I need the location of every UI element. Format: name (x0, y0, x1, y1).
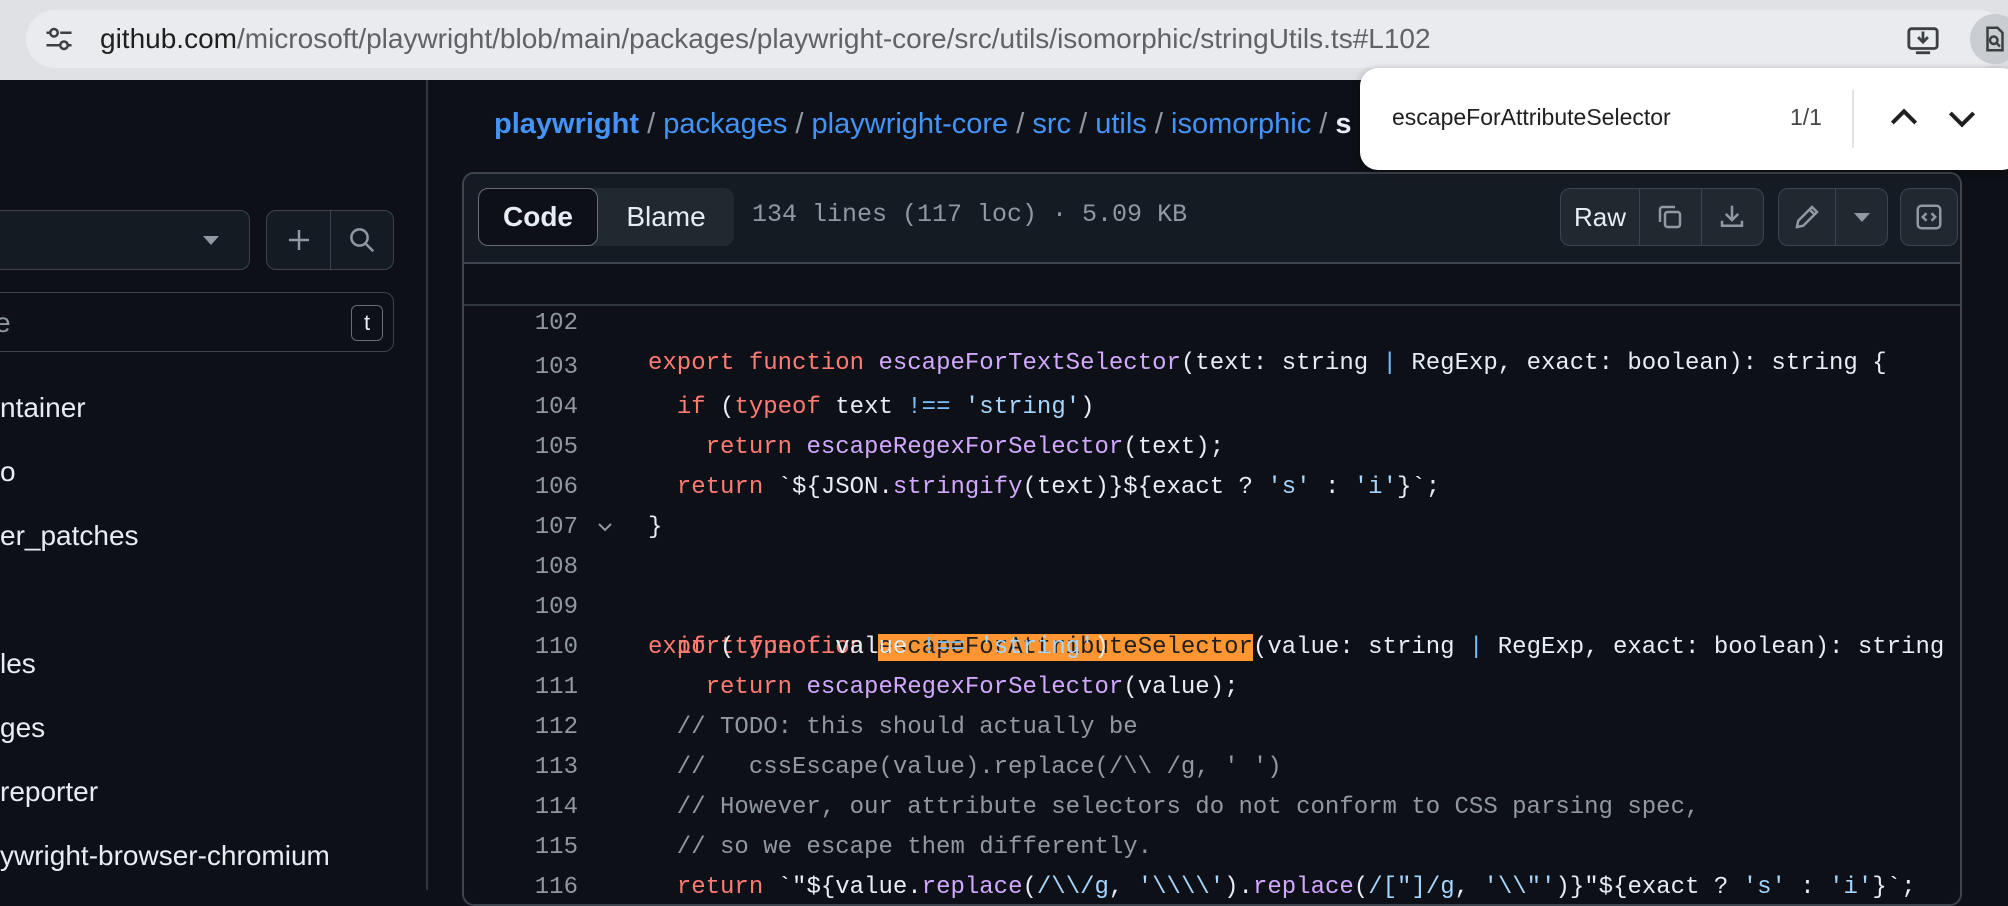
breadcrumb-separator: / (795, 108, 804, 140)
code-line: 113 // However, our attribute selectors … (464, 708, 1960, 821)
code-line: 115 return `"${value.replace(/\\/g, '\\\… (464, 788, 1960, 901)
plus-icon (289, 230, 309, 250)
triangle-down-icon (203, 236, 219, 245)
tree-item[interactable]: ntainer (0, 392, 86, 424)
edit-button[interactable] (1779, 189, 1836, 245)
go-to-file-placeholder: e (0, 307, 11, 338)
breadcrumb-item[interactable]: isomorphic (1171, 108, 1311, 140)
find-match-count: 1/1 (1790, 104, 1822, 130)
breadcrumb-root[interactable]: playwright (494, 108, 639, 140)
breadcrumb-item[interactable]: utils (1095, 108, 1147, 140)
symbols-button[interactable] (1900, 188, 1958, 246)
find-input[interactable]: escapeForAttributeSelector (1392, 104, 1671, 131)
shortcut-key: t (351, 305, 383, 341)
address-bar[interactable]: github.com/microsoft/playwright/blob/mai… (26, 10, 2008, 68)
find-in-page-bar: escapeForAttributeSelector 1/1 (1360, 68, 2008, 170)
tune-icon[interactable] (44, 24, 74, 54)
code-line: 112 // cssEscape(value).replace(/\\ /g, … (464, 668, 1960, 781)
code-line: 106 } (464, 428, 1960, 541)
tree-item[interactable]: o (0, 456, 16, 488)
tree-item[interactable]: reporter (0, 776, 98, 808)
add-file-button[interactable] (267, 211, 330, 269)
breadcrumb-item[interactable]: packages (663, 108, 787, 140)
tab-blame[interactable]: Blame (598, 188, 734, 246)
url-text[interactable]: github.com/microsoft/playwright/blob/mai… (100, 23, 1431, 55)
fold-chevron-icon[interactable] (598, 520, 612, 534)
breadcrumb-separator: / (1154, 108, 1163, 140)
code-square-icon (1916, 204, 1942, 230)
code-line: 102 export function escapeForTextSelecto… (464, 264, 1960, 377)
code-line: 108 export function escapeForAttributeSe… (464, 508, 1960, 661)
chevron-down-icon[interactable] (1942, 98, 1982, 138)
go-to-file-input[interactable]: e t (0, 292, 394, 352)
tree-item[interactable]: ywright-browser-chromium (0, 840, 330, 872)
code-line: 114 // so we escape them differently. (464, 748, 1960, 861)
code-line: 103 if (typeof text !== 'string') (464, 308, 1960, 421)
file-viewer: Code Blame 134 lines (117 loc) · 5.09 KB… (462, 172, 1962, 906)
file-tree-sidebar: e t ntainer o er_patches les ges reporte… (0, 80, 428, 890)
tree-item[interactable]: er_patches (0, 520, 139, 552)
chevron-up-icon[interactable] (1884, 98, 1924, 138)
sticky-code-line: 102 export function escapeForTextSelecto… (464, 264, 1960, 377)
copy-icon (1658, 205, 1682, 229)
copy-raw-button[interactable] (1639, 189, 1702, 245)
breadcrumb-separator: / (1016, 108, 1025, 140)
breadcrumb-separator: / (1319, 108, 1328, 140)
edit-group (1778, 188, 1888, 246)
code-line: 117 (464, 868, 1960, 904)
search-files-button[interactable] (330, 211, 393, 269)
divider (1852, 90, 1854, 148)
file-header: Code Blame 134 lines (117 loc) · 5.09 KB… (464, 174, 1960, 264)
code-line: 107 (464, 468, 1960, 541)
code-line: 109 if (typeof value !== 'string') (464, 548, 1960, 661)
file-stats: 134 lines (117 loc) · 5.09 KB (752, 200, 1188, 229)
pencil-icon (1795, 205, 1819, 229)
tree-tools (266, 210, 394, 270)
tab-code[interactable]: Code (478, 188, 598, 246)
url-host: github.com (100, 23, 237, 54)
breadcrumb-current: s (1335, 108, 1352, 140)
code-line: 105 return `${JSON.stringify(text)}${exa… (464, 388, 1960, 501)
breadcrumb-item[interactable]: src (1032, 108, 1071, 140)
download-icon[interactable] (1906, 23, 1940, 57)
url-path: /microsoft/playwright/blob/main/packages… (236, 23, 1431, 54)
code-line: 116 } (464, 828, 1960, 901)
breadcrumb-path: playwright / packages / playwright-core … (494, 108, 1352, 141)
edit-options-dropdown[interactable] (1835, 189, 1887, 245)
raw-copy-download-group: Raw (1560, 188, 1764, 246)
code-line: 111 // TODO: this should actually be (464, 628, 1960, 741)
triangle-down-icon (1854, 213, 1870, 222)
view-mode-toggle: Code Blame (478, 188, 734, 246)
tree-item[interactable]: les (0, 648, 36, 680)
code-line: 110 return escapeRegexForSelector(value)… (464, 588, 1960, 701)
download-raw-icon (1720, 205, 1744, 227)
search-icon (350, 228, 375, 253)
breadcrumb-separator: / (647, 108, 656, 140)
download-raw-button[interactable] (1701, 189, 1763, 245)
find-in-page-icon[interactable] (1970, 14, 2008, 64)
code-line: 104 return escapeRegexForSelector(text); (464, 348, 1960, 461)
raw-button[interactable]: Raw (1561, 189, 1640, 245)
breadcrumb-item[interactable]: playwright-core (812, 108, 1009, 140)
branch-selector[interactable] (0, 210, 250, 270)
tree-item[interactable]: ges (0, 712, 45, 744)
breadcrumb-separator: / (1079, 108, 1088, 140)
